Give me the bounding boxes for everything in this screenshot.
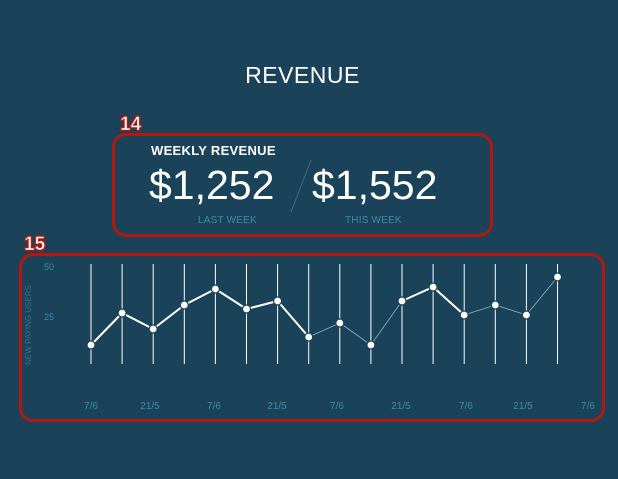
data-point (117, 308, 127, 318)
series-segment (339, 322, 372, 346)
series-segment (246, 300, 278, 310)
data-point (241, 304, 252, 314)
data-point (335, 318, 345, 328)
data-point (521, 310, 532, 320)
y-axis-label: NEW PAYING USERS (24, 285, 33, 365)
data-point (366, 340, 376, 350)
x-tick-label: 7/6 (459, 401, 473, 412)
y-tick-label: 25 (44, 312, 54, 322)
series-segment (464, 304, 496, 316)
data-point (210, 284, 220, 294)
x-tick-label: 7/6 (207, 401, 221, 412)
series-segment (152, 304, 185, 330)
data-point (552, 272, 563, 282)
x-tick-label: 21/5 (140, 401, 160, 412)
x-tick-label: 7/6 (330, 401, 344, 412)
series-segment (432, 286, 465, 316)
series-segment (495, 304, 527, 316)
series-segment (401, 286, 434, 302)
series-segment (276, 300, 310, 338)
series-segment (121, 312, 154, 330)
x-tick-label: 21/5 (267, 401, 287, 412)
data-point (397, 296, 407, 306)
x-tick-label: 21/5 (391, 401, 411, 412)
x-tick-label: 7/6 (581, 401, 595, 412)
data-point (304, 332, 314, 342)
x-tick-label: 7/6 (84, 401, 98, 412)
data-point (273, 296, 283, 306)
series-segment (90, 312, 123, 346)
x-tick-label: 21/5 (513, 401, 533, 412)
series-segment (526, 276, 558, 316)
data-point (86, 340, 96, 350)
series-segment (308, 322, 340, 338)
y-tick-label: 50 (44, 262, 54, 272)
new-paying-users-chart: 50 25 NEW PAYING USERS 7/6 21/5 7/6 21/5 7/6 21/… (24, 262, 595, 412)
data-point (179, 300, 189, 310)
series-segment (370, 300, 403, 346)
data-point (428, 282, 438, 292)
data-point (490, 300, 500, 310)
series-segment (183, 288, 216, 306)
data-point (148, 324, 158, 334)
series-segment (214, 288, 248, 310)
data-point (459, 310, 469, 320)
